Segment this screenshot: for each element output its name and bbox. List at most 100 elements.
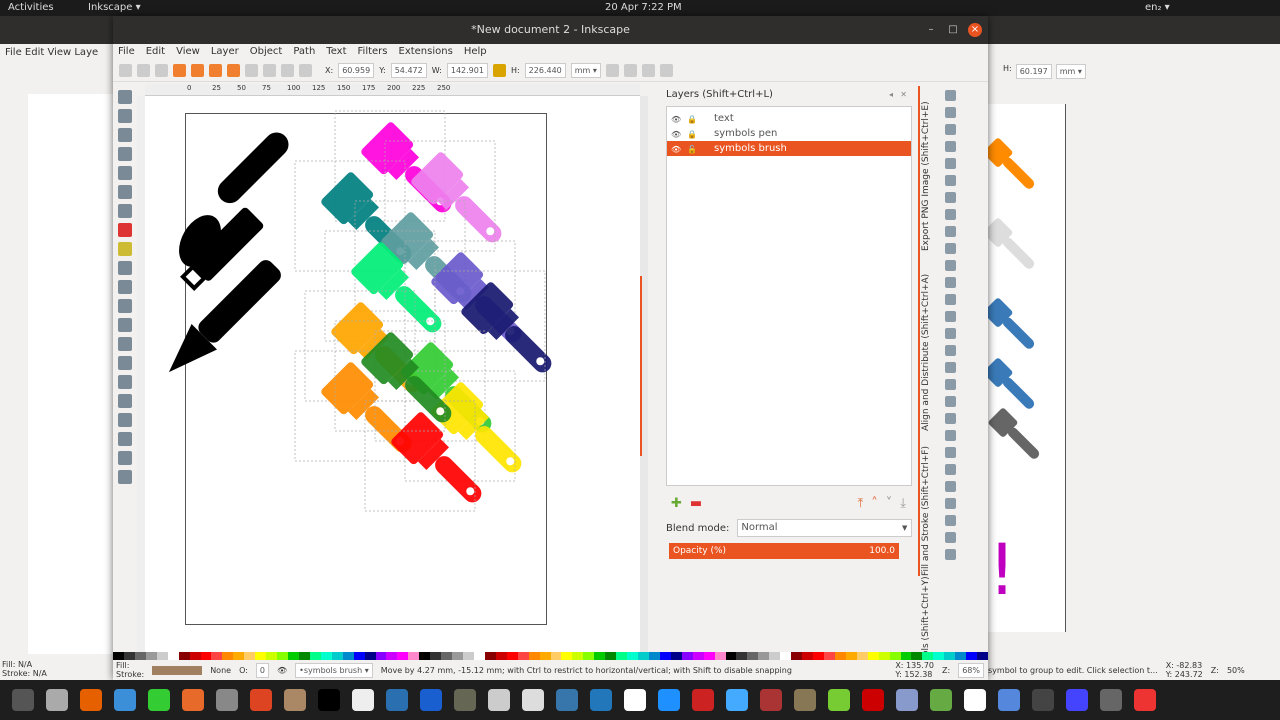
color-palette[interactable] bbox=[113, 652, 988, 660]
command-icon[interactable] bbox=[945, 277, 956, 288]
pen-tool-icon[interactable] bbox=[118, 299, 132, 313]
vertical-ruler[interactable] bbox=[137, 96, 145, 656]
palette-swatch[interactable] bbox=[648, 652, 660, 660]
palette-swatch[interactable] bbox=[867, 652, 879, 660]
command-icon[interactable] bbox=[945, 345, 956, 356]
clock[interactable]: 20 Apr 7:22 PM bbox=[605, 2, 682, 13]
palette-swatch[interactable] bbox=[889, 652, 901, 660]
taskbar-app-icon[interactable] bbox=[624, 689, 646, 711]
taskbar-app-icon[interactable] bbox=[420, 689, 442, 711]
taskbar-app-icon[interactable] bbox=[216, 689, 238, 711]
palette-swatch[interactable] bbox=[823, 652, 835, 660]
command-icon[interactable] bbox=[945, 226, 956, 237]
3dbox-tool-icon[interactable] bbox=[118, 204, 132, 218]
palette-swatch[interactable] bbox=[364, 652, 376, 660]
palette-swatch[interactable] bbox=[769, 652, 781, 660]
palette-swatch[interactable] bbox=[298, 652, 310, 660]
dropper-tool-icon[interactable] bbox=[118, 451, 132, 465]
palette-swatch[interactable] bbox=[845, 652, 857, 660]
spray-tool-icon[interactable] bbox=[118, 356, 132, 370]
palette-swatch[interactable] bbox=[900, 652, 912, 660]
palette-swatch[interactable] bbox=[922, 652, 934, 660]
palette-swatch[interactable] bbox=[244, 652, 256, 660]
taskbar-app-icon[interactable] bbox=[386, 689, 408, 711]
layer-row-text[interactable]: 👁 🔒 text bbox=[667, 111, 911, 126]
command-icon[interactable] bbox=[945, 124, 956, 135]
taskbar-app-icon[interactable] bbox=[930, 689, 952, 711]
command-icon[interactable] bbox=[945, 549, 956, 560]
palette-swatch[interactable] bbox=[277, 652, 288, 660]
command-icon[interactable] bbox=[945, 141, 956, 152]
app-menu[interactable]: Inkscape ▾ bbox=[88, 2, 141, 13]
maximize-button[interactable]: □ bbox=[946, 23, 960, 37]
menu-extensions[interactable]: Extensions bbox=[399, 44, 453, 60]
palette-swatch[interactable] bbox=[288, 652, 299, 660]
command-icon[interactable] bbox=[945, 158, 956, 169]
palette-swatch[interactable] bbox=[211, 652, 223, 660]
tab-fill-stroke[interactable]: Fill and Stroke (Shift+Ctrl+F) bbox=[921, 446, 931, 576]
palette-swatch[interactable] bbox=[189, 652, 201, 660]
menu-edit[interactable]: Edit bbox=[146, 44, 165, 60]
command-icon[interactable] bbox=[945, 464, 956, 475]
layer-row-symbols-pen[interactable]: 👁 🔒 symbols pen bbox=[667, 126, 911, 141]
taskbar-app-icon[interactable] bbox=[1134, 689, 1156, 711]
unit-select[interactable]: mm ▾ bbox=[570, 63, 601, 78]
palette-swatch[interactable] bbox=[200, 652, 212, 660]
zoom-tool-icon[interactable] bbox=[118, 147, 132, 161]
activities-button[interactable]: Activities bbox=[8, 2, 54, 13]
palette-swatch[interactable] bbox=[725, 652, 737, 660]
taskbar-app-icon[interactable] bbox=[46, 689, 68, 711]
w-field[interactable]: 142.901 bbox=[446, 63, 488, 78]
palette-swatch[interactable] bbox=[156, 652, 168, 660]
command-icon[interactable] bbox=[945, 192, 956, 203]
palette-swatch[interactable] bbox=[714, 652, 726, 660]
palette-swatch[interactable] bbox=[802, 652, 813, 660]
language-indicator[interactable]: en₂ ▾ bbox=[1145, 2, 1170, 13]
palette-swatch[interactable] bbox=[791, 652, 803, 660]
opacity-slider[interactable]: Opacity (%) 100.0 bbox=[669, 543, 899, 559]
lower-icon[interactable] bbox=[263, 64, 276, 77]
menu-view[interactable]: View bbox=[176, 44, 200, 60]
palette-swatch[interactable] bbox=[758, 652, 770, 660]
palette-swatch[interactable] bbox=[933, 652, 945, 660]
palette-swatch[interactable] bbox=[167, 652, 179, 660]
palette-swatch[interactable] bbox=[638, 652, 649, 660]
tweak-tool-icon[interactable] bbox=[118, 128, 132, 142]
palette-swatch[interactable] bbox=[616, 652, 628, 660]
text-tool-icon[interactable] bbox=[118, 337, 132, 351]
palette-swatch[interactable] bbox=[255, 652, 267, 660]
spiral-tool-icon[interactable] bbox=[118, 261, 132, 275]
taskbar-app-icon[interactable] bbox=[692, 689, 714, 711]
scale-corners-icon[interactable] bbox=[623, 64, 637, 77]
bucket-tool-icon[interactable] bbox=[118, 394, 132, 408]
command-icon[interactable] bbox=[945, 311, 956, 322]
command-icon[interactable] bbox=[945, 243, 956, 254]
palette-swatch[interactable] bbox=[222, 652, 234, 660]
lower-layer-icon[interactable]: ˅ bbox=[886, 496, 893, 511]
lower-to-bottom-icon[interactable] bbox=[245, 64, 258, 77]
taskbar-app-icon[interactable] bbox=[182, 689, 204, 711]
taskbar-app-icon[interactable] bbox=[488, 689, 510, 711]
x-field[interactable]: 60.959 bbox=[338, 63, 375, 78]
canvas[interactable] bbox=[145, 96, 640, 656]
command-icon[interactable] bbox=[945, 175, 956, 186]
command-icon[interactable] bbox=[945, 498, 956, 509]
bg-h-field[interactable]: 60.197 bbox=[1015, 64, 1052, 79]
current-layer-select[interactable]: •symbols brush ▾ bbox=[295, 662, 373, 678]
taskbar-app-icon[interactable] bbox=[998, 689, 1020, 711]
taskbar-app-icon[interactable] bbox=[964, 689, 986, 711]
palette-swatch[interactable] bbox=[463, 652, 474, 660]
gradient-tool-icon[interactable] bbox=[118, 413, 132, 427]
menu-path[interactable]: Path bbox=[293, 44, 315, 60]
eye-icon[interactable]: 👁 bbox=[671, 142, 681, 157]
palette-swatch[interactable] bbox=[342, 652, 354, 660]
dock-close-icon[interactable]: ✕ bbox=[900, 90, 907, 99]
palette-swatch[interactable] bbox=[113, 652, 124, 660]
palette-swatch[interactable] bbox=[627, 652, 638, 660]
palette-swatch[interactable] bbox=[386, 652, 398, 660]
palette-swatch[interactable] bbox=[266, 652, 278, 660]
eraser-tool-icon[interactable] bbox=[118, 375, 132, 389]
palette-swatch[interactable] bbox=[605, 652, 617, 660]
taskbar-app-icon[interactable] bbox=[80, 689, 102, 711]
palette-swatch[interactable] bbox=[331, 652, 343, 660]
